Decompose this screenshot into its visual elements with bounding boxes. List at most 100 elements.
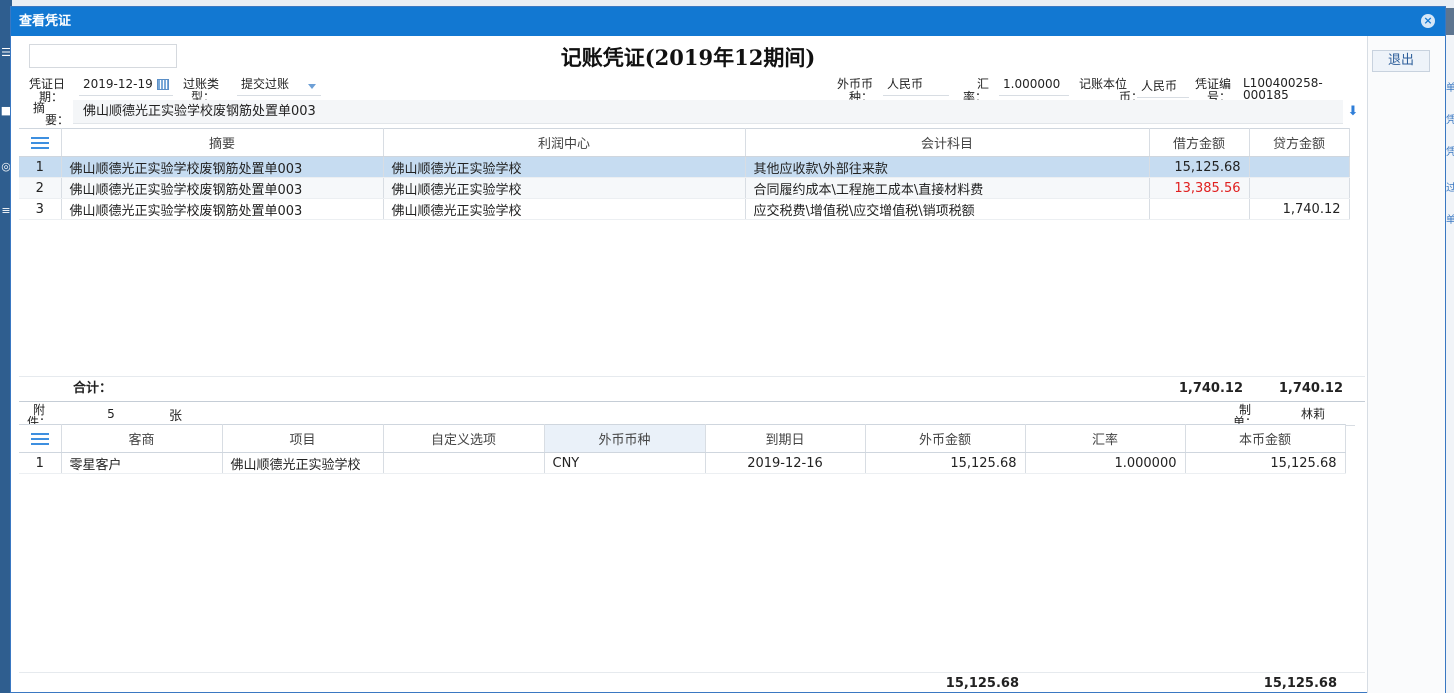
column-menu-icon[interactable] [30,136,49,149]
total-debit: 1,740.12 [1178,381,1243,396]
table-row[interactable]: 2 佛山顺德光正实验学校废钢筋处置单003 佛山顺德光正实验学校 合同履约成本\… [19,177,1350,199]
chevron-down-icon[interactable] [308,84,316,89]
row-account[interactable]: 合同履约成本\工程施工成本\直接材料费 [745,177,1150,199]
detail-table: 客商 项目 自定义选项 外币币种 到期日 外币金额 汇率 本币金额 1 零星客户… [19,424,1346,474]
row-credit[interactable]: 1,740.12 [1249,198,1350,220]
row-profit-center[interactable]: 佛山顺德光正实验学校 [383,177,746,199]
row-credit[interactable] [1249,177,1350,199]
voucher-date-field[interactable]: 2019-12-19 [79,74,173,96]
row-summary[interactable]: 佛山顺德光正实验学校废钢筋处置单003 [61,198,384,220]
row-credit[interactable] [1249,156,1350,178]
row-profit-center[interactable]: 佛山顺德光正实验学校 [383,198,746,220]
col-rate[interactable]: 汇率 [1025,424,1186,453]
row-index: 3 [19,198,62,220]
row-due-date[interactable]: 2019-12-16 [705,452,866,474]
voucher-heading: 记账凭证(2019年12期间) [560,45,816,70]
col-summary[interactable]: 摘要 [61,128,384,157]
detail-column-menu[interactable] [19,424,62,453]
summary-label-2: 要： [45,113,70,127]
column-menu[interactable] [19,128,62,157]
voucher-number-value-2: 000185 [1243,89,1289,99]
attachment-count: 5 [107,407,115,421]
fx-currency-label-1: 外币币 [837,77,874,91]
row-index: 1 [19,452,62,474]
summary-value: 佛山顺德光正实验学校废钢筋处置单003 [83,104,316,119]
col-profit-center[interactable]: 利润中心 [383,128,746,157]
exchange-rate-field[interactable]: 1.000000 [999,74,1069,96]
row-fx-currency[interactable]: CNY [544,452,706,474]
row-custom-option[interactable] [383,452,545,474]
detail-header-row: 客商 项目 自定义选项 外币币种 到期日 外币金额 汇率 本币金额 [19,424,1346,453]
base-currency-field[interactable]: 人民币 [1137,76,1189,98]
total-fx-amount: 15,125.68 [945,676,1019,691]
row-profit-center[interactable]: 佛山顺德光正实验学校 [383,156,746,178]
background-text-2[interactable]: 凭 [1446,111,1454,126]
table-row[interactable]: 3 佛山顺德光正实验学校废钢筋处置单003 佛山顺德光正实验学校 应交税费\增值… [19,198,1350,220]
row-rate[interactable]: 1.000000 [1025,452,1186,474]
maker-field[interactable]: 林莉 [1271,404,1355,426]
row-customer[interactable]: 零星客户 [61,452,223,474]
maker-value: 林莉 [1300,407,1325,421]
dialog-title: 查看凭证 [19,14,72,29]
row-account[interactable]: 应交税费\增值税\应交增值税\销项税额 [745,198,1150,220]
exchange-rate-value: 1.000000 [1003,77,1061,91]
col-debit[interactable]: 借方金额 [1149,128,1250,157]
exit-button[interactable]: 退出 [1372,50,1430,72]
row-debit[interactable]: 15,125.68 [1149,156,1250,178]
row-debit[interactable] [1149,198,1250,220]
column-menu-icon[interactable] [30,432,49,445]
voucher-date-value: 2019-12-19 [83,77,153,91]
row-project[interactable]: 佛山顺德光正实验学校 [222,452,384,474]
entries-table: 摘要 利润中心 会计科目 借方金额 贷方金额 1 佛山顺德光正实验学校废钢筋处置… [19,128,1350,220]
total-local-amount: 15,125.68 [1263,676,1337,691]
row-index: 1 [19,156,62,178]
col-custom-option[interactable]: 自定义选项 [383,424,545,453]
background-app-right: 单 凭 凭 过 单 [1446,35,1454,693]
row-summary[interactable]: 佛山顺德光正实验学校废钢筋处置单003 [61,156,384,178]
close-icon[interactable]: × [1421,14,1435,28]
fx-currency-field[interactable]: 人民币 [883,74,949,96]
total-label: 合计： [73,381,113,396]
table-row[interactable]: 1 佛山顺德光正实验学校废钢筋处置单003 佛山顺德光正实验学校 其他应收款\外… [19,156,1350,178]
view-voucher-dialog: 查看凭证 × 记账凭证(2019年12期间) 凭证日 期： 2019-12-19… [10,6,1446,693]
posting-type-value: 提交过账 [241,77,290,91]
base-currency-value: 人民币 [1141,79,1178,93]
row-index: 2 [19,177,62,199]
col-local-amount[interactable]: 本币金额 [1185,424,1346,453]
col-due-date[interactable]: 到期日 [705,424,866,453]
row-debit[interactable]: 13,385.56 [1149,177,1250,199]
voucher-content: 记账凭证(2019年12期间) 凭证日 期： 2019-12-19 过账类 型：… [11,36,1365,693]
col-fx-amount[interactable]: 外币金额 [865,424,1026,453]
row-account[interactable]: 其他应收款\外部往来款 [745,156,1150,178]
calendar-icon[interactable] [156,79,169,90]
total-credit: 1,740.12 [1278,381,1343,396]
background-text-1[interactable]: 单 [1446,79,1454,94]
col-credit[interactable]: 贷方金额 [1249,128,1350,157]
totals-divider [19,376,1365,377]
download-icon[interactable]: ⬇ [1345,102,1361,122]
row-fx-amount[interactable]: 15,125.68 [865,452,1026,474]
dialog-titlebar: 查看凭证 × [11,7,1445,36]
exchange-rate-label-1: 汇 [977,77,990,91]
col-project[interactable]: 项目 [222,424,384,453]
voucher-number-value-1: L100400258- [1243,76,1323,90]
summary-label-1: 摘 [33,101,46,115]
col-fx-currency[interactable]: 外币币种 [544,424,706,453]
entries-header-row: 摘要 利润中心 会计科目 借方金额 贷方金额 [19,128,1350,157]
voucher-date-label-1: 凭证日 [29,77,66,91]
row-summary[interactable]: 佛山顺德光正实验学校废钢筋处置单003 [61,177,384,199]
background-text-5[interactable]: 单 [1446,211,1454,226]
background-text-3[interactable]: 凭 [1446,143,1454,158]
col-account[interactable]: 会计科目 [745,128,1150,157]
table-row[interactable]: 1 零星客户 佛山顺德光正实验学校 CNY 2019-12-16 15,125.… [19,452,1346,474]
attachment-unit: 张 [169,409,183,424]
posting-type-label-1: 过账类 [183,77,220,91]
base-currency-label-1: 记账本位 [1079,77,1128,91]
background-text-4[interactable]: 过 [1446,179,1454,194]
col-customer[interactable]: 客商 [61,424,223,453]
summary-field[interactable]: 佛山顺德光正实验学校废钢筋处置单003 [73,100,1343,124]
attachment-count-field[interactable]: 5 [63,404,159,426]
fx-currency-value: 人民币 [887,77,924,91]
section-divider [19,401,1365,402]
row-local-amount[interactable]: 15,125.68 [1185,452,1346,474]
